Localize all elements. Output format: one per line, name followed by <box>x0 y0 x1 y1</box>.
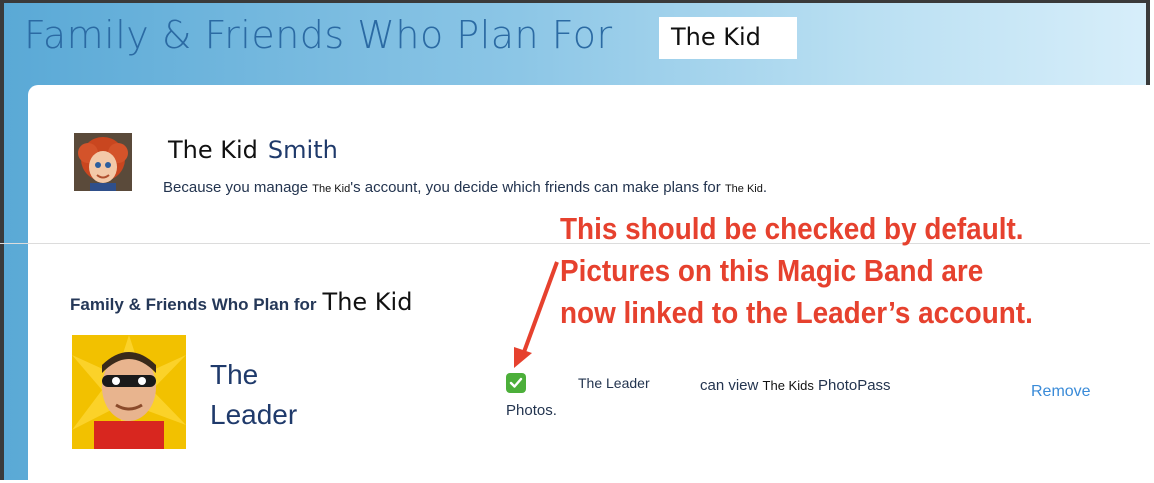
checkmark-icon <box>509 377 523 388</box>
section-title-text: Family & Friends Who Plan for <box>70 295 317 314</box>
friend-name: The Leader <box>210 359 298 430</box>
annotation-callout: This should be checked by default. Pictu… <box>560 208 1064 334</box>
permission-kid-name: The Kids <box>762 378 814 393</box>
manage-middle: 's account, you decide which friends can… <box>350 179 721 196</box>
permission-friend-name: The Leader <box>578 375 650 391</box>
section-title: Family & Friends Who Plan for The Kid <box>70 288 412 316</box>
leader-avatar <box>72 335 186 449</box>
profile-last-name: Smith <box>267 136 338 164</box>
permission-text: can view The Kids PhotoPass <box>700 377 891 394</box>
profile-first-name: The Kid <box>168 136 258 164</box>
permission-photos: Photos. <box>506 402 557 419</box>
annotation-line-1: This should be checked by default. <box>560 211 1024 246</box>
remove-friend-link[interactable]: Remove <box>1031 383 1091 401</box>
photopass-permission-checkbox[interactable] <box>506 373 526 393</box>
page-title: Family & Friends Who Plan For <box>24 13 613 57</box>
annotation-line-3: now linked to the Leader’s account. <box>560 295 1033 330</box>
annotation-line-2: Pictures on this Magic Band are <box>560 253 984 288</box>
manage-description: Because you manage The Kid's account, yo… <box>163 179 767 196</box>
permission-can-view: can view <box>700 377 759 394</box>
header-kid-name: The Kid <box>659 17 797 59</box>
profile-name: The Kid Smith <box>168 136 338 164</box>
manage-kid-name: The Kid <box>312 183 351 195</box>
manage-suffix: . <box>762 179 768 196</box>
kid-avatar <box>74 133 132 191</box>
section-kid-name: The Kid <box>322 288 413 316</box>
permission-photopass: PhotoPass <box>818 377 891 394</box>
manage-prefix: Because you manage <box>163 179 309 196</box>
manage-kid-name-2: The Kid <box>724 183 763 195</box>
